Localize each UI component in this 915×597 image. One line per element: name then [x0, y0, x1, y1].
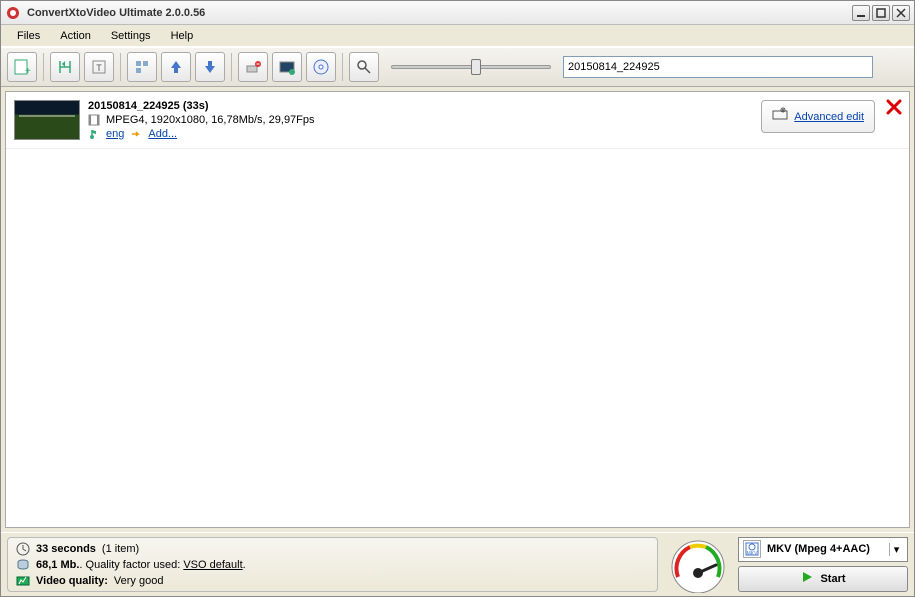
remove-button[interactable]	[238, 52, 268, 82]
chapter-button[interactable]: T	[84, 52, 114, 82]
add-subtitle-link[interactable]: Add...	[148, 128, 177, 140]
separator	[342, 53, 343, 81]
quality-icon	[16, 574, 30, 588]
audio-language-link[interactable]: eng	[106, 128, 124, 140]
minimize-button[interactable]	[852, 5, 870, 21]
statusbar: 33 seconds (1 item) 68,1 Mb.. Quality fa…	[1, 532, 914, 596]
size-suffix: . Quality factor used:	[79, 559, 183, 571]
video-thumbnail[interactable]	[14, 100, 80, 140]
quality-factor-link[interactable]: VSO default	[183, 559, 242, 571]
advanced-edit-button[interactable]: Advanced edit	[761, 100, 875, 133]
list-item[interactable]: 20150814_224925 (33s) MPEG4, 1920x1080, …	[6, 92, 909, 149]
play-icon	[800, 570, 814, 587]
treeview-button[interactable]	[127, 52, 157, 82]
start-button[interactable]: Start	[738, 566, 908, 592]
burn-button[interactable]	[306, 52, 336, 82]
status-panel: 33 seconds (1 item) 68,1 Mb.. Quality fa…	[7, 537, 658, 592]
close-button[interactable]	[892, 5, 910, 21]
search-button[interactable]	[349, 52, 379, 82]
quality-label: Video quality:	[36, 575, 108, 587]
size-period: .	[243, 559, 246, 571]
size-value: 68,1 Mb.	[36, 559, 79, 571]
menubar: Files Action Settings Help	[1, 25, 914, 47]
svg-text:T: T	[96, 63, 102, 73]
item-count: (1 item)	[102, 543, 139, 555]
menu-help[interactable]: Help	[161, 27, 204, 45]
add-file-button[interactable]: +	[7, 52, 37, 82]
edit-icon	[772, 107, 788, 126]
window-title: ConvertXtoVideo Ultimate 2.0.0.56	[27, 7, 850, 19]
preview-button[interactable]	[272, 52, 302, 82]
remove-item-button[interactable]	[885, 98, 903, 121]
disk-icon	[16, 558, 30, 572]
app-icon	[5, 5, 21, 21]
separator	[231, 53, 232, 81]
clock-icon	[16, 542, 30, 556]
quality-gauge	[666, 537, 730, 593]
format-label: MKV (Mpeg 4+AAC)	[767, 543, 883, 555]
file-list: 20150814_224925 (33s) MPEG4, 1920x1080, …	[5, 91, 910, 528]
toolbar: + T	[1, 47, 914, 87]
menu-settings[interactable]: Settings	[101, 27, 161, 45]
titlebar: ConvertXtoVideo Ultimate 2.0.0.56	[1, 1, 914, 25]
maximize-button[interactable]	[872, 5, 890, 21]
advanced-edit-label: Advanced edit	[794, 111, 864, 123]
start-label: Start	[820, 573, 845, 585]
move-up-button[interactable]	[161, 52, 191, 82]
filename-input[interactable]	[563, 56, 873, 78]
svg-text:MKV: MKV	[747, 551, 759, 557]
video-track-icon	[88, 114, 100, 126]
output-format-select[interactable]: MKV MKV (Mpeg 4+AAC) ▾	[738, 537, 908, 562]
separator	[43, 53, 44, 81]
menu-files[interactable]: Files	[7, 27, 50, 45]
svg-text:+: +	[25, 66, 31, 76]
duration-value: 33 seconds	[36, 543, 96, 555]
merge-button[interactable]	[50, 52, 80, 82]
format-icon: MKV	[743, 540, 761, 558]
item-details: MPEG4, 1920x1080, 16,78Mb/s, 29,97Fps	[106, 114, 315, 126]
audio-track-icon	[88, 128, 100, 140]
quality-value: Very good	[114, 575, 164, 587]
zoom-slider[interactable]	[391, 65, 551, 69]
move-down-button[interactable]	[195, 52, 225, 82]
chevron-down-icon: ▾	[889, 543, 903, 556]
menu-action[interactable]: Action	[50, 27, 101, 45]
separator	[120, 53, 121, 81]
subtitle-icon	[130, 128, 142, 140]
